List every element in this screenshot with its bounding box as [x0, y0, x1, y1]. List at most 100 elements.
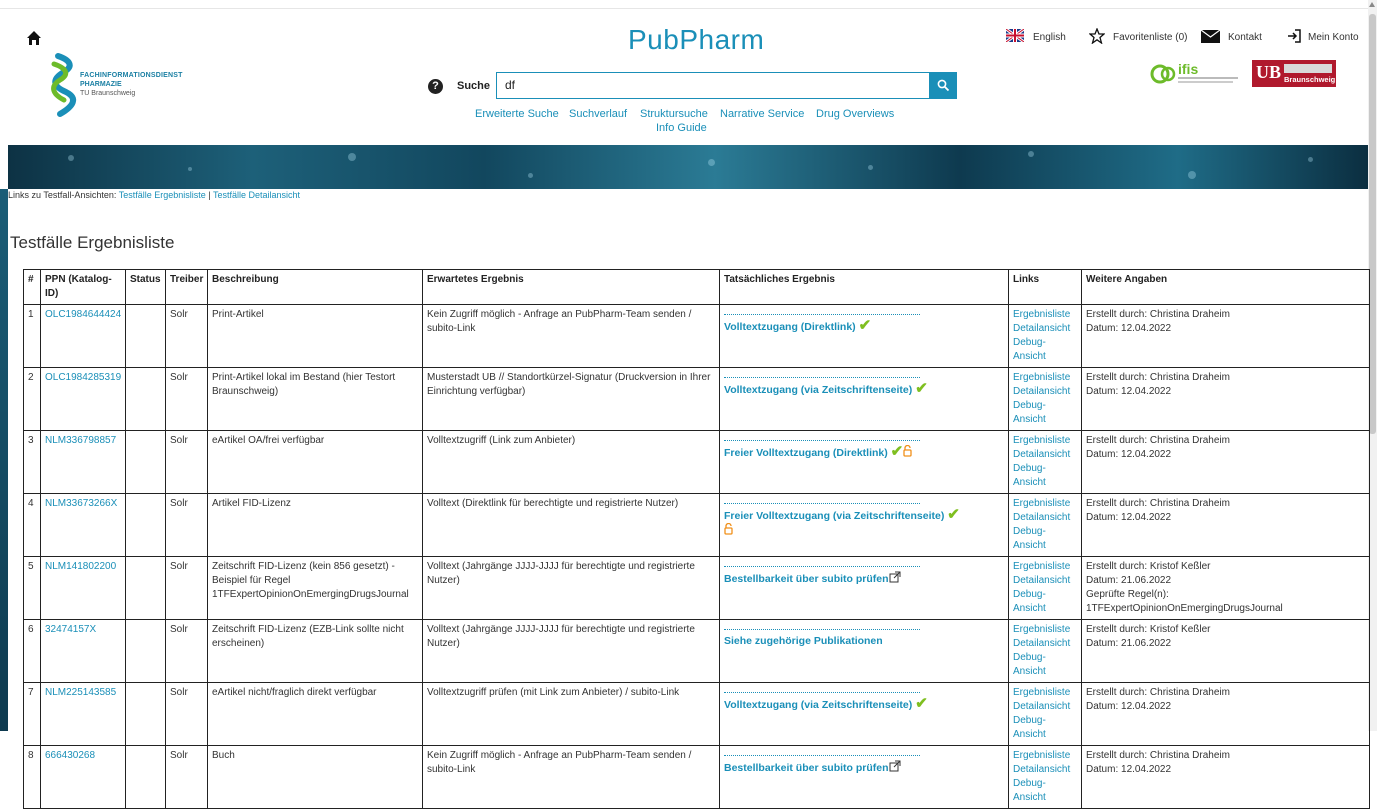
- link-ergebnisliste[interactable]: Ergebnisliste: [1013, 686, 1077, 700]
- result-label[interactable]: Volltextzugang (Direktlink): [724, 321, 856, 333]
- row-num: 4: [23, 493, 41, 557]
- external-link-icon[interactable]: [889, 571, 901, 585]
- link-debug-ansicht[interactable]: Debug-Ansicht: [1013, 714, 1077, 742]
- result-link[interactable]: Siehe zugehörige Publikationen: [724, 634, 1004, 648]
- link-debug-ansicht[interactable]: Debug-Ansicht: [1013, 651, 1077, 679]
- link-debug-ansicht[interactable]: Debug-Ansicht: [1013, 777, 1077, 805]
- row-links: Ergebnisliste Detailansicht Debug-Ansich…: [1008, 619, 1082, 683]
- check-icon: ✔: [947, 506, 960, 523]
- link-debug-ansicht[interactable]: Debug-Ansicht: [1013, 399, 1077, 427]
- link-detailansicht[interactable]: Detailansicht: [1013, 574, 1077, 588]
- subnav-extended-search[interactable]: Erweiterte Suche: [475, 108, 559, 120]
- home-icon[interactable]: [26, 30, 42, 46]
- pubpharm-title[interactable]: PubPharm: [628, 24, 764, 56]
- result-link[interactable]: Freier Volltextzugang (via Zeitschriften…: [724, 506, 1004, 538]
- scroll-up-icon[interactable]: [1369, 2, 1375, 7]
- result-label[interactable]: Bestellbarkeit über subito prüfen: [724, 573, 889, 585]
- ppn-link[interactable]: 666430268: [40, 745, 126, 809]
- result-link[interactable]: Bestellbarkeit über subito prüfen: [724, 571, 1004, 586]
- link-detailansicht[interactable]: Detailansicht: [1013, 511, 1077, 525]
- result-label[interactable]: Siehe zugehörige Publikationen: [724, 635, 883, 647]
- row-status: [125, 304, 166, 368]
- link-ergebnisliste[interactable]: Ergebnisliste: [1013, 497, 1077, 511]
- ppn-link[interactable]: OLC1984644424: [40, 304, 126, 368]
- row-treiber: Solr: [165, 304, 208, 368]
- link-debug-ansicht[interactable]: Debug-Ansicht: [1013, 336, 1077, 364]
- external-link-icon[interactable]: [889, 760, 901, 774]
- subnav-drug-overviews[interactable]: Drug Overviews: [816, 108, 894, 120]
- link-ergebnisliste[interactable]: Ergebnisliste: [1013, 623, 1077, 637]
- row-beschreibung: Zeitschrift FID-Lizenz (kein 856 gesetzt…: [207, 556, 423, 620]
- row-erwartet: Kein Zugriff möglich - Anfrage an PubPha…: [422, 745, 720, 809]
- search-icon: [937, 79, 950, 92]
- link-ergebnisliste[interactable]: Ergebnisliste: [1013, 749, 1077, 763]
- result-link[interactable]: Volltextzugang (via Zeitschriftenseite) …: [724, 696, 1004, 712]
- testlinks-detail-link[interactable]: Testfälle Detailansicht: [213, 190, 300, 200]
- logo-text: FACHINFORMATIONSDIENST PHARMAZIE TU Brau…: [80, 71, 183, 98]
- link-detailansicht[interactable]: Detailansicht: [1013, 637, 1077, 651]
- link-detailansicht[interactable]: Detailansicht: [1013, 385, 1077, 399]
- header-ergebnis: Tatsächliches Ergebnis: [719, 269, 1009, 305]
- ppn-link[interactable]: 32474157X: [40, 619, 126, 683]
- row-erwartet: Musterstadt UB // Standortkürzel-Signatu…: [422, 367, 720, 431]
- link-detailansicht[interactable]: Detailansicht: [1013, 322, 1077, 336]
- row-weitere: Erstellt durch: Christina Draheim Datum:…: [1081, 304, 1370, 368]
- created-date: Datum: 12.04.2022: [1086, 449, 1172, 460]
- scrollbar-thumb[interactable]: [1369, 14, 1376, 434]
- row-status: [125, 745, 166, 809]
- row-treiber: Solr: [165, 556, 208, 620]
- search-box[interactable]: [496, 72, 933, 99]
- result-label[interactable]: Volltextzugang (via Zeitschriftenseite): [724, 699, 912, 711]
- result-link[interactable]: Volltextzugang (Direktlink) ✔: [724, 318, 1004, 334]
- link-debug-ansicht[interactable]: Debug-Ansicht: [1013, 588, 1077, 616]
- result-link[interactable]: Volltextzugang (via Zeitschriftenseite) …: [724, 381, 1004, 397]
- link-detailansicht[interactable]: Detailansicht: [1013, 448, 1077, 462]
- ppn-link[interactable]: NLM33673266X: [40, 493, 126, 557]
- created-date: Datum: 12.04.2022: [1086, 323, 1172, 334]
- search-button[interactable]: [930, 72, 957, 99]
- ifis-swirl-icon: [1150, 64, 1176, 84]
- link-ergebnisliste[interactable]: Ergebnisliste: [1013, 308, 1077, 322]
- link-ergebnisliste[interactable]: Ergebnisliste: [1013, 560, 1077, 574]
- link-ergebnisliste[interactable]: Ergebnisliste: [1013, 371, 1077, 385]
- help-icon[interactable]: ?: [428, 79, 443, 94]
- subnav-info-guide[interactable]: Info Guide: [656, 122, 707, 134]
- ifis-logo[interactable]: ifis: [1150, 61, 1240, 85]
- row-beschreibung: Zeitschrift FID-Lizenz (EZB-Link sollte …: [207, 619, 423, 683]
- favorites-label: Favoritenliste (0): [1113, 32, 1188, 43]
- link-debug-ansicht[interactable]: Debug-Ansicht: [1013, 525, 1077, 553]
- row-weitere: Erstellt durch: Christina Draheim Datum:…: [1081, 493, 1370, 557]
- ppn-link[interactable]: NLM141802200: [40, 556, 126, 620]
- ppn-link[interactable]: OLC1984285319: [40, 367, 126, 431]
- link-debug-ansicht[interactable]: Debug-Ansicht: [1013, 462, 1077, 490]
- link-detailansicht[interactable]: Detailansicht: [1013, 700, 1077, 714]
- row-status: [125, 682, 166, 746]
- result-link[interactable]: Bestellbarkeit über subito prüfen: [724, 760, 1004, 775]
- table-row: 2 OLC1984285319 Solr Print-Artikel lokal…: [23, 367, 1370, 431]
- result-label[interactable]: Bestellbarkeit über subito prüfen: [724, 762, 889, 774]
- row-weitere: Erstellt durch: Kristof Keßler Datum: 21…: [1081, 619, 1370, 683]
- ub-braunschweig-logo[interactable]: UB Braunschweig: [1252, 60, 1336, 87]
- ppn-link[interactable]: NLM225143585: [40, 682, 126, 746]
- table-row: 4 NLM33673266X Solr Artikel FID-Lizenz V…: [23, 493, 1370, 557]
- created-by: Erstellt durch: Christina Draheim: [1086, 750, 1230, 761]
- result-divider: [724, 566, 920, 567]
- search-input[interactable]: [497, 73, 933, 97]
- subnav-narrative-service[interactable]: Narrative Service: [720, 108, 804, 120]
- row-weitere: Erstellt durch: Kristof Keßler Datum: 21…: [1081, 556, 1370, 620]
- testlinks-results-link[interactable]: Testfälle Ergebnisliste: [119, 190, 206, 200]
- testlinks-separator: |: [208, 190, 211, 200]
- result-label[interactable]: Freier Volltextzugang (via Zeitschriften…: [724, 510, 944, 522]
- ppn-link[interactable]: NLM336798857: [40, 430, 126, 494]
- link-detailansicht[interactable]: Detailansicht: [1013, 763, 1077, 777]
- link-ergebnisliste[interactable]: Ergebnisliste: [1013, 434, 1077, 448]
- subnav-structure-search[interactable]: Struktursuche: [640, 108, 708, 120]
- result-label[interactable]: Volltextzugang (via Zeitschriftenseite): [724, 384, 912, 396]
- subnav-search-history[interactable]: Suchverlauf: [569, 108, 627, 120]
- open-lock-icon: [724, 522, 733, 537]
- header-status: Status: [125, 269, 166, 305]
- row-erwartet: Volltext (Jahrgänge JJJJ-JJJJ für berech…: [422, 556, 720, 620]
- table-row: 7 NLM225143585 Solr eArtikel nicht/fragl…: [23, 682, 1370, 746]
- result-label[interactable]: Freier Volltextzugang (Direktlink): [724, 447, 888, 459]
- result-link[interactable]: Freier Volltextzugang (Direktlink) ✔: [724, 444, 1004, 460]
